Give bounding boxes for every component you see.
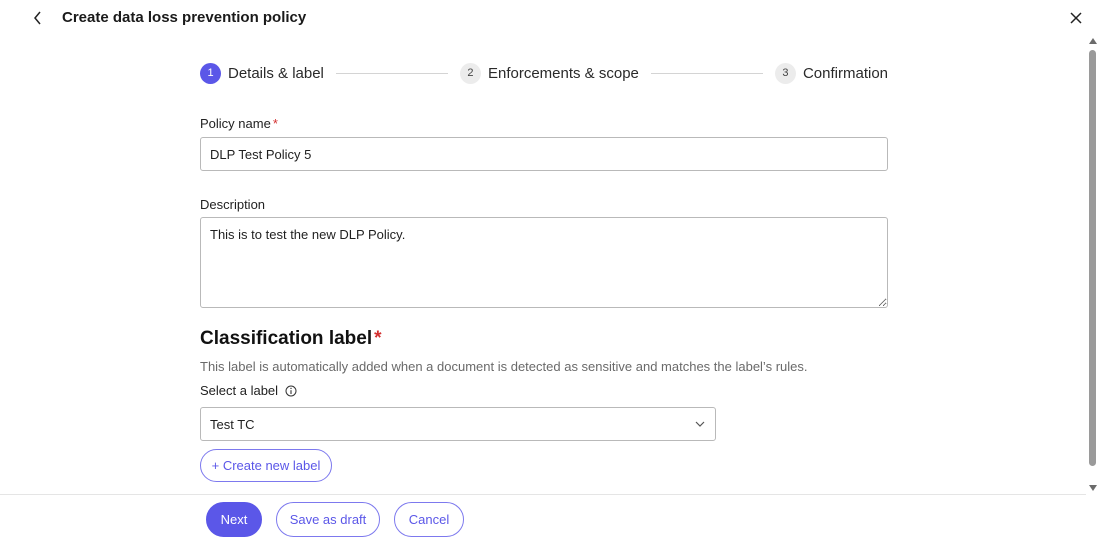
chevron-down-icon [694,418,706,430]
label-select[interactable]: Test TC [200,407,716,441]
selected-label-value: Test TC [210,416,255,432]
scrollbar-thumb[interactable] [1089,50,1096,466]
scroll-down-arrow-icon[interactable] [1089,484,1097,492]
close-button[interactable] [1066,8,1086,28]
step-label: Enforcements & scope [487,64,639,82]
description-label: Description [200,197,266,212]
footer-divider [0,494,1086,495]
classification-description: This label is automatically added when a… [200,359,808,374]
page-title: Create data loss prevention policy [62,9,307,26]
step-number: 2 [459,62,481,84]
select-label-text: Select a label [200,383,279,398]
step-connector [335,72,448,74]
info-icon[interactable] [285,385,297,397]
step-details[interactable]: 1 Details & label [200,62,324,84]
policy-name-input[interactable] [200,137,888,171]
step-connector [650,72,763,74]
classification-title: Classification label * [200,328,382,350]
back-button[interactable] [28,8,48,28]
required-mark: * [374,328,382,349]
policy-name-label-text: Policy name [200,116,271,131]
header: Create data loss prevention policy [0,0,1100,36]
next-button[interactable]: Next [206,502,262,537]
step-confirmation[interactable]: 3 Confirmation [774,62,889,84]
chevron-left-icon [34,11,41,25]
description-textarea[interactable]: This is to test the new DLP Policy. [200,217,888,308]
create-new-label-button[interactable]: + Create new label [200,449,332,482]
step-number: 3 [774,62,796,84]
page: Create data loss prevention policy 1 Det… [0,0,1100,543]
step-label: Confirmation [802,64,889,82]
policy-name-label: Policy name * [200,116,278,131]
scroll-up-arrow-icon[interactable] [1089,37,1097,45]
scrollbar[interactable] [1086,36,1100,495]
close-icon [1070,12,1082,24]
select-label-heading: Select a label [200,383,297,398]
classification-title-text: Classification label [200,328,373,349]
stepper: 1 Details & label 2 Enforcements & scope… [200,62,888,84]
required-mark: * [272,116,278,131]
save-as-draft-button[interactable]: Save as draft [276,502,380,537]
cancel-button[interactable]: Cancel [394,502,464,537]
step-enforcements[interactable]: 2 Enforcements & scope [459,62,639,84]
step-number: 1 [200,62,221,84]
step-label: Details & label [228,64,324,82]
